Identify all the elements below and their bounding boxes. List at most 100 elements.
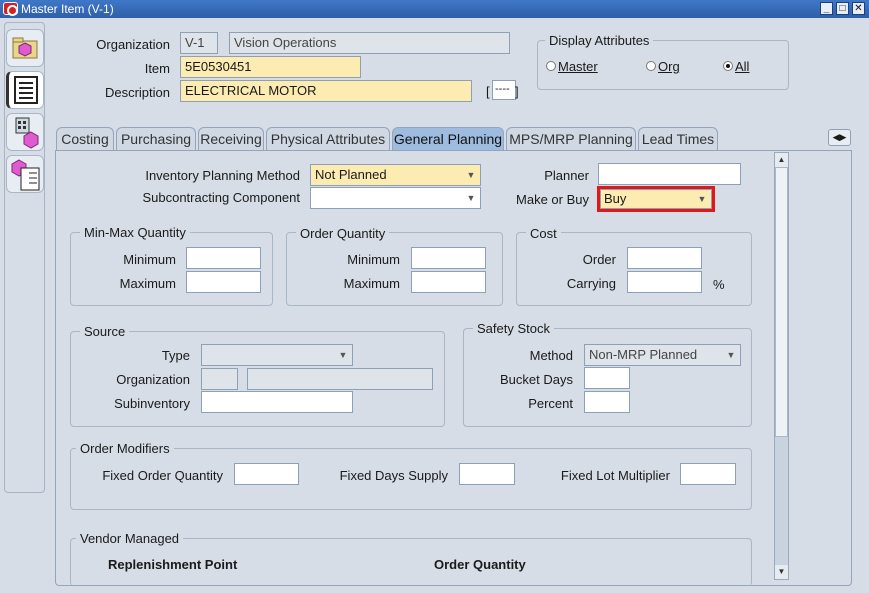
categories-button[interactable] <box>6 113 44 151</box>
order-modifiers-title: Order Modifiers <box>76 441 174 456</box>
close-button[interactable]: ✕ <box>852 2 865 15</box>
tab-general-planning[interactable]: General Planning <box>392 127 504 152</box>
source-organization-name-field[interactable] <box>247 368 433 390</box>
cost-order-label: Order <box>582 252 616 267</box>
source-organization-code-field[interactable] <box>201 368 238 390</box>
subinventory-field[interactable] <box>201 391 353 413</box>
order-quantity-title: Order Quantity <box>296 226 390 241</box>
display-attributes-title: Display Attributes <box>545 33 654 48</box>
make-or-buy-value: Buy <box>604 191 627 206</box>
descriptive-flexfield[interactable]: ---- <box>492 80 516 100</box>
safety-stock-title: Safety Stock <box>473 321 554 336</box>
dff-bracket-close: ] <box>515 84 519 99</box>
make-or-buy-select[interactable]: Buy ▼ <box>600 189 712 209</box>
building-cube-icon <box>15 117 39 149</box>
minimize-button[interactable]: _ <box>820 2 833 15</box>
minmax-minimum-label: Minimum <box>123 252 176 267</box>
title-bar: Master Item (V-1) _ □ ✕ <box>0 0 869 18</box>
make-or-buy-label: Make or Buy <box>516 192 589 207</box>
vendor-order-quantity-header: Order Quantity <box>434 557 526 572</box>
fixed-order-quantity-label: Fixed Order Quantity <box>102 468 223 483</box>
fixed-lot-multiplier-field[interactable] <box>680 463 736 485</box>
bucket-days-field[interactable] <box>584 367 630 389</box>
subinventory-label: Subinventory <box>114 396 190 411</box>
item-label: Item <box>144 61 170 76</box>
tab-receiving[interactable]: Receiving <box>198 127 264 151</box>
chevron-down-icon: ▼ <box>466 170 476 180</box>
window-title: Master Item (V-1) <box>21 2 114 16</box>
tab-navigate-icon[interactable]: ◀▶ <box>828 129 851 146</box>
source-title: Source <box>80 324 130 339</box>
order-quantity-group <box>286 232 503 306</box>
inventory-planning-method-label: Inventory Planning Method <box>145 168 300 183</box>
tab-lead-times[interactable]: Lead Times <box>638 127 718 151</box>
source-type-select[interactable]: ▼ <box>201 344 353 366</box>
order-qty-minimum-label: Minimum <box>347 252 400 267</box>
tab-mps-mrp-planning[interactable]: MPS/MRP Planning <box>506 127 636 151</box>
fixed-lot-multiplier-label: Fixed Lot Multiplier <box>560 468 670 483</box>
chevron-down-icon: ▼ <box>338 350 348 360</box>
description-label: Description <box>104 85 170 100</box>
subcontracting-component-label: Subcontracting Component <box>142 190 300 205</box>
minmax-maximum-label: Maximum <box>119 276 176 291</box>
minmax-minimum-field[interactable] <box>186 247 261 269</box>
oracle-logo-icon <box>3 2 18 16</box>
bucket-days-label: Bucket Days <box>500 372 573 387</box>
maximize-button[interactable]: □ <box>836 2 849 15</box>
inventory-planning-method-select[interactable]: Not Planned ▼ <box>310 164 481 186</box>
minmax-maximum-field[interactable] <box>186 271 261 293</box>
replenishment-point-header: Replenishment Point <box>108 557 238 572</box>
source-type-label: Type <box>161 348 190 363</box>
scroll-up-icon[interactable]: ▲ <box>775 153 788 167</box>
planner-field[interactable] <box>598 163 741 185</box>
safety-stock-method-select[interactable]: Non-MRP Planned ▼ <box>584 344 741 366</box>
organization-code-field[interactable]: V-1 <box>180 32 218 54</box>
fixed-days-supply-field[interactable] <box>459 463 515 485</box>
cube-list-icon <box>11 159 40 191</box>
master-radio[interactable] <box>546 61 556 71</box>
attributes-button[interactable] <box>6 71 44 109</box>
subcontracting-component-select[interactable]: ▼ <box>310 187 481 209</box>
list-document-icon <box>14 76 38 104</box>
cost-order-field[interactable] <box>627 247 702 269</box>
dff-bracket-open: [ <box>486 84 490 99</box>
organization-items-button[interactable] <box>6 29 44 67</box>
cost-group <box>516 232 752 306</box>
org-radio[interactable] <box>646 61 656 71</box>
cost-carrying-label: Carrying <box>566 276 616 291</box>
safety-percent-field[interactable] <box>584 391 630 413</box>
cost-carrying-field[interactable] <box>627 271 702 293</box>
scroll-thumb[interactable] <box>775 167 788 437</box>
fixed-order-quantity-field[interactable] <box>234 463 299 485</box>
safety-stock-method-label: Method <box>529 348 573 363</box>
tab-purchasing[interactable]: Purchasing <box>116 127 196 151</box>
org-radio-label: Org <box>658 59 680 74</box>
all-radio[interactable] <box>723 61 733 71</box>
fixed-days-supply-label: Fixed Days Supply <box>339 468 448 483</box>
description-field[interactable]: ELECTRICAL MOTOR <box>180 80 472 102</box>
panel-scrollbar[interactable]: ▲ ▼ <box>774 152 789 580</box>
scroll-down-icon[interactable]: ▼ <box>775 565 788 579</box>
inventory-planning-method-value: Not Planned <box>315 167 387 182</box>
tab-physical-attributes[interactable]: Physical Attributes <box>266 127 390 151</box>
min-max-quantity-group <box>70 232 273 306</box>
source-organization-label: Organization <box>116 372 190 387</box>
order-qty-minimum-field[interactable] <box>411 247 486 269</box>
organization-label: Organization <box>96 37 170 52</box>
chevron-down-icon: ▼ <box>466 193 476 203</box>
tab-costing[interactable]: Costing <box>56 127 114 151</box>
item-list-button[interactable] <box>6 155 44 193</box>
master-radio-label: Master <box>558 59 598 74</box>
organization-name-field[interactable]: Vision Operations <box>229 32 510 54</box>
vendor-managed-title: Vendor Managed <box>76 531 184 546</box>
folder-cube-icon <box>12 37 38 59</box>
order-qty-maximum-field[interactable] <box>411 271 486 293</box>
item-field[interactable]: 5E0530451 <box>180 56 361 78</box>
cost-title: Cost <box>526 226 561 241</box>
safety-percent-label: Percent <box>528 396 573 411</box>
min-max-quantity-title: Min-Max Quantity <box>80 225 190 240</box>
percent-sign: % <box>713 277 725 292</box>
planner-label: Planner <box>544 168 589 183</box>
safety-stock-method-value: Non-MRP Planned <box>589 347 698 362</box>
chevron-down-icon: ▼ <box>697 194 707 204</box>
